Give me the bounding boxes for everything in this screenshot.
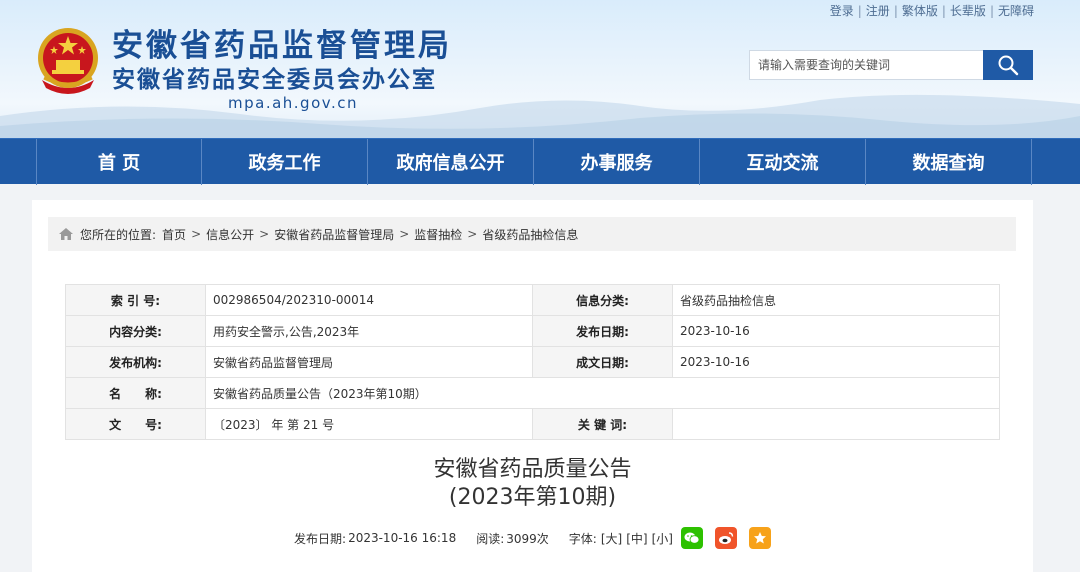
publish-datetime: 2023-10-16 16:18 — [348, 531, 457, 545]
font-small-button[interactable]: [小] — [652, 530, 673, 547]
category-label: 信息分类: — [532, 284, 673, 316]
home-icon — [59, 228, 73, 240]
document-metadata-table: 索 引 号: 002986504/202310-00014 信息分类: 省级药品… — [65, 284, 1000, 440]
table-row: 文 号: 〔2023〕 年 第 21 号 关 键 词: — [65, 408, 1000, 440]
nav-item-data-query[interactable]: 数据查询 — [866, 139, 1032, 185]
search-button[interactable] — [983, 50, 1033, 80]
weibo-share-button[interactable] — [714, 527, 737, 549]
wechat-share-button[interactable] — [680, 527, 703, 549]
nav-item-info-disclosure[interactable]: 政府信息公开 — [368, 139, 534, 185]
breadcrumb-item-info[interactable]: 信息公开 — [206, 226, 254, 243]
doc-number-value: 〔2023〕 年 第 21 号 — [205, 408, 533, 440]
weibo-icon — [718, 532, 734, 544]
table-row: 发布机构: 安徽省药品监督管理局 成文日期: 2023-10-16 — [65, 346, 1000, 378]
breadcrumb-separator: > — [191, 227, 202, 241]
nav-item-interaction[interactable]: 互动交流 — [700, 139, 866, 185]
article-title-line2: (2023年第10期) — [448, 485, 617, 510]
font-large-button[interactable]: [大] — [601, 530, 622, 547]
views-count: 3099次 — [506, 531, 549, 546]
index-value: 002986504/202310-00014 — [205, 284, 533, 316]
table-row: 内容分类: 用药安全警示,公告,2023年 发布日期: 2023-10-16 — [65, 315, 1000, 347]
register-link[interactable]: 注册 — [866, 4, 890, 18]
table-row: 索 引 号: 002986504/202310-00014 信息分类: 省级药品… — [65, 284, 1000, 316]
article-title: 安徽省药品质量公告 (2023年第10期) — [32, 456, 1033, 512]
breadcrumb-separator: > — [399, 227, 410, 241]
category-value: 省级药品抽检信息 — [672, 284, 1000, 316]
content-panel: 您所在的位置: 首页 > 信息公开 > 安徽省药品监督管理局 > 监督抽检 > … — [32, 200, 1033, 572]
breadcrumb: 您所在的位置: 首页 > 信息公开 > 安徽省药品监督管理局 > 监督抽检 > … — [48, 217, 1016, 251]
font-size-label: 字体: — [568, 531, 597, 546]
doc-number-label: 文 号: — [65, 408, 206, 440]
favorite-share-button[interactable] — [748, 527, 771, 549]
star-icon — [753, 532, 766, 544]
breadcrumb-item-bureau[interactable]: 安徽省药品监督管理局 — [274, 226, 394, 243]
breadcrumb-separator: > — [467, 227, 478, 241]
site-header: 安徽省药品监督管理局 安徽省药品安全委员会办公室 mpa.ah.gov.cn 登… — [0, 0, 1080, 138]
nav-item-services[interactable]: 办事服务 — [534, 139, 700, 185]
breadcrumb-item-provincial[interactable]: 省级药品抽检信息 — [482, 226, 578, 243]
article-info-bar: 发布日期: 2023-10-16 16:18 阅读: 3099次 字体: [大]… — [32, 527, 1033, 549]
national-emblem-icon[interactable] — [32, 24, 104, 98]
table-row: 名 称: 安徽省药品质量公告（2023年第10期） — [65, 377, 1000, 409]
publish-date-label: 发布日期: — [294, 531, 347, 546]
publisher-value: 安徽省药品监督管理局 — [205, 346, 533, 378]
traditional-chinese-link[interactable]: 繁体版 — [902, 4, 938, 18]
breadcrumb-item-home[interactable]: 首页 — [162, 226, 186, 243]
search-input[interactable] — [749, 50, 983, 80]
keywords-label: 关 键 词: — [532, 408, 673, 440]
written-date-value: 2023-10-16 — [672, 346, 1000, 378]
wechat-icon — [684, 532, 700, 544]
site-subtitle: 安徽省药品安全委员会办公室 — [112, 67, 437, 93]
top-links: 登录 | 注册 | 繁体版 | 长辈版 | 无障碍 — [829, 4, 1034, 18]
name-label: 名 称: — [65, 377, 206, 409]
written-date-label: 成文日期: — [532, 346, 673, 378]
index-label: 索 引 号: — [65, 284, 206, 316]
login-link[interactable]: 登录 — [830, 4, 854, 18]
content-category-value: 用药安全警示,公告,2023年 — [205, 315, 533, 347]
site-title: 安徽省药品监督管理局 — [112, 28, 452, 64]
search-box — [749, 50, 1033, 80]
content-category-label: 内容分类: — [65, 315, 206, 347]
font-medium-button[interactable]: [中] — [626, 530, 647, 547]
nav-item-government-work[interactable]: 政务工作 — [202, 139, 368, 185]
keywords-value — [672, 408, 1000, 440]
accessibility-link[interactable]: 无障碍 — [998, 4, 1034, 18]
elder-version-link[interactable]: 长辈版 — [950, 4, 986, 18]
name-value: 安徽省药品质量公告（2023年第10期） — [205, 377, 1000, 409]
site-domain: mpa.ah.gov.cn — [228, 94, 358, 112]
breadcrumb-separator: > — [259, 227, 270, 241]
publish-date-label: 发布日期: — [532, 315, 673, 347]
views-label: 阅读: — [476, 531, 505, 546]
main-nav: 首 页 政务工作 政府信息公开 办事服务 互动交流 数据查询 — [0, 138, 1080, 185]
nav-item-home[interactable]: 首 页 — [36, 139, 202, 185]
publish-date-value: 2023-10-16 — [672, 315, 1000, 347]
breadcrumb-item-inspection[interactable]: 监督抽检 — [414, 226, 462, 243]
breadcrumb-prefix: 您所在的位置: — [80, 227, 157, 242]
search-icon — [998, 55, 1019, 76]
publisher-label: 发布机构: — [65, 346, 206, 378]
article-title-line1: 安徽省药品质量公告 — [433, 457, 632, 482]
